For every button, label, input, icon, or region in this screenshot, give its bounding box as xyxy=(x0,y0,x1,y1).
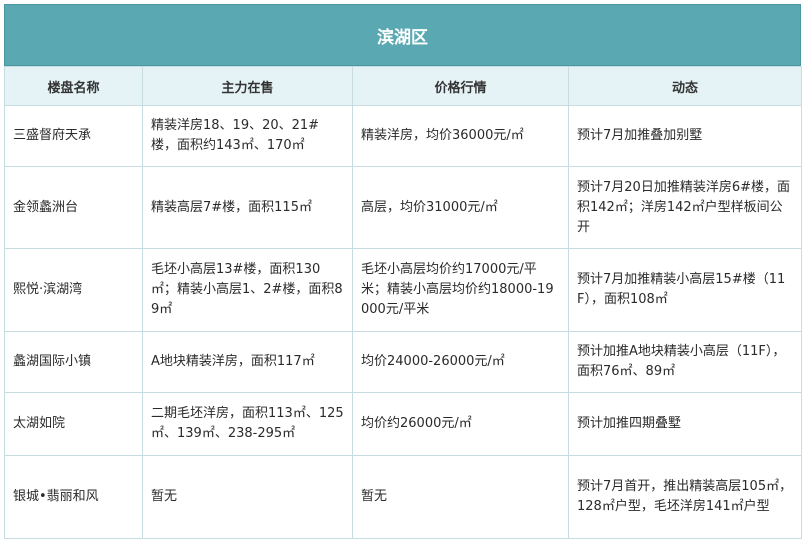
property-table: 楼盘名称 主力在售 价格行情 动态 三盛督府天承 精装洋房18、19、20、21… xyxy=(4,66,802,539)
table-row: 三盛督府天承 精装洋房18、19、20、21#楼，面积约143㎡、170㎡ 精装… xyxy=(4,105,802,167)
cell-name: 蠡湖国际小镇 xyxy=(4,331,143,393)
header-row: 楼盘名称 主力在售 价格行情 动态 xyxy=(4,66,802,106)
cell-news: 预计7月加推叠加别墅 xyxy=(568,105,802,167)
cell-main-sale: 二期毛坯洋房，面积113㎡、125㎡、139㎡、238-295㎡ xyxy=(142,392,353,456)
cell-price: 均价24000-26000元/㎡ xyxy=(352,331,569,393)
header-price: 价格行情 xyxy=(352,66,569,106)
table-title: 滨湖区 xyxy=(4,4,801,66)
header-main-sale: 主力在售 xyxy=(142,66,353,106)
cell-main-sale: 毛坯小高层13#楼，面积130㎡；精装小高层1、2#楼，面积89㎡ xyxy=(142,248,353,332)
cell-name: 熙悦·滨湖湾 xyxy=(4,248,143,332)
cell-name: 银城•翡丽和风 xyxy=(4,455,143,539)
cell-news: 预计7月加推精装小高层15#楼（11F），面积108㎡ xyxy=(568,248,802,332)
cell-name: 三盛督府天承 xyxy=(4,105,143,167)
header-news: 动态 xyxy=(568,66,802,106)
cell-news: 预计7月首开，推出精装高层105㎡，128㎡户型，毛坯洋房141㎡户型 xyxy=(568,455,802,539)
table-row: 银城•翡丽和风 暂无 暂无 预计7月首开，推出精装高层105㎡，128㎡户型，毛… xyxy=(4,455,802,539)
header-name: 楼盘名称 xyxy=(4,66,143,106)
cell-price: 毛坯小高层均价约17000元/平米；精装小高层均价约18000-19000元/平… xyxy=(352,248,569,332)
cell-price: 均价约26000元/㎡ xyxy=(352,392,569,456)
cell-main-sale: A地块精装洋房，面积117㎡ xyxy=(142,331,353,393)
cell-main-sale: 暂无 xyxy=(142,455,353,539)
property-table-container: 滨湖区 楼盘名称 主力在售 价格行情 动态 三盛督府天承 精装洋房18、19、2… xyxy=(0,0,806,539)
cell-main-sale: 精装高层7#楼，面积115㎡ xyxy=(142,166,353,249)
table-row: 蠡湖国际小镇 A地块精装洋房，面积117㎡ 均价24000-26000元/㎡ 预… xyxy=(4,331,802,393)
cell-price: 精装洋房，均价36000元/㎡ xyxy=(352,105,569,167)
cell-price: 暂无 xyxy=(352,455,569,539)
cell-main-sale: 精装洋房18、19、20、21#楼，面积约143㎡、170㎡ xyxy=(142,105,353,167)
cell-name: 金领蠡洲台 xyxy=(4,166,143,249)
cell-news: 预计加推A地块精装小高层（11F），面积76㎡、89㎡ xyxy=(568,331,802,393)
cell-news: 预计加推四期叠墅 xyxy=(568,392,802,456)
table-row: 太湖如院 二期毛坯洋房，面积113㎡、125㎡、139㎡、238-295㎡ 均价… xyxy=(4,392,802,456)
cell-price: 高层，均价31000元/㎡ xyxy=(352,166,569,249)
cell-news: 预计7月20日加推精装洋房6#楼，面积142㎡；洋房142㎡户型样板间公开 xyxy=(568,166,802,249)
cell-name: 太湖如院 xyxy=(4,392,143,456)
table-row: 金领蠡洲台 精装高层7#楼，面积115㎡ 高层，均价31000元/㎡ 预计7月2… xyxy=(4,166,802,249)
table-row: 熙悦·滨湖湾 毛坯小高层13#楼，面积130㎡；精装小高层1、2#楼，面积89㎡… xyxy=(4,248,802,332)
